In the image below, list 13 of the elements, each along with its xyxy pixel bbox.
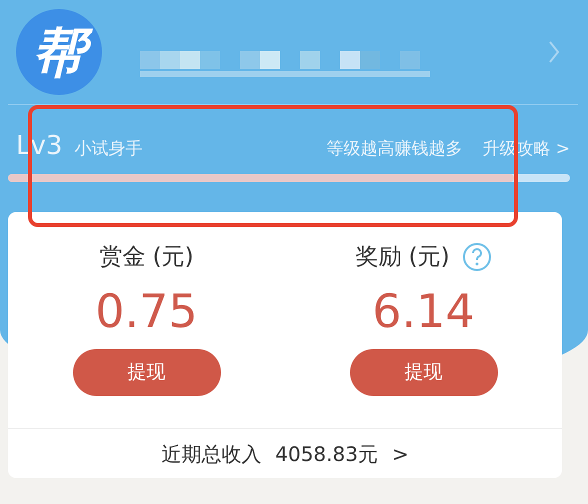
balance-amount: 0.75 xyxy=(95,284,198,340)
level-title: 小试身手 xyxy=(74,138,142,161)
balance-label: 奖励 (元) xyxy=(355,242,450,272)
balance-amount: 6.14 xyxy=(372,284,475,340)
help-icon[interactable] xyxy=(462,242,492,272)
withdraw-button[interactable]: 提现 xyxy=(72,349,220,396)
chevron-right-icon[interactable] xyxy=(548,40,560,64)
total-income-label[interactable]: 近期总收入 xyxy=(161,438,262,468)
withdraw-button[interactable]: 提现 xyxy=(350,349,498,396)
total-income-amount[interactable]: 4058.83元 xyxy=(275,438,378,468)
chevron-icon[interactable]: > xyxy=(392,438,409,468)
balance-label: 赏金 (元) xyxy=(99,242,194,272)
level-hint: 等级越高赚钱越多 xyxy=(326,138,462,161)
